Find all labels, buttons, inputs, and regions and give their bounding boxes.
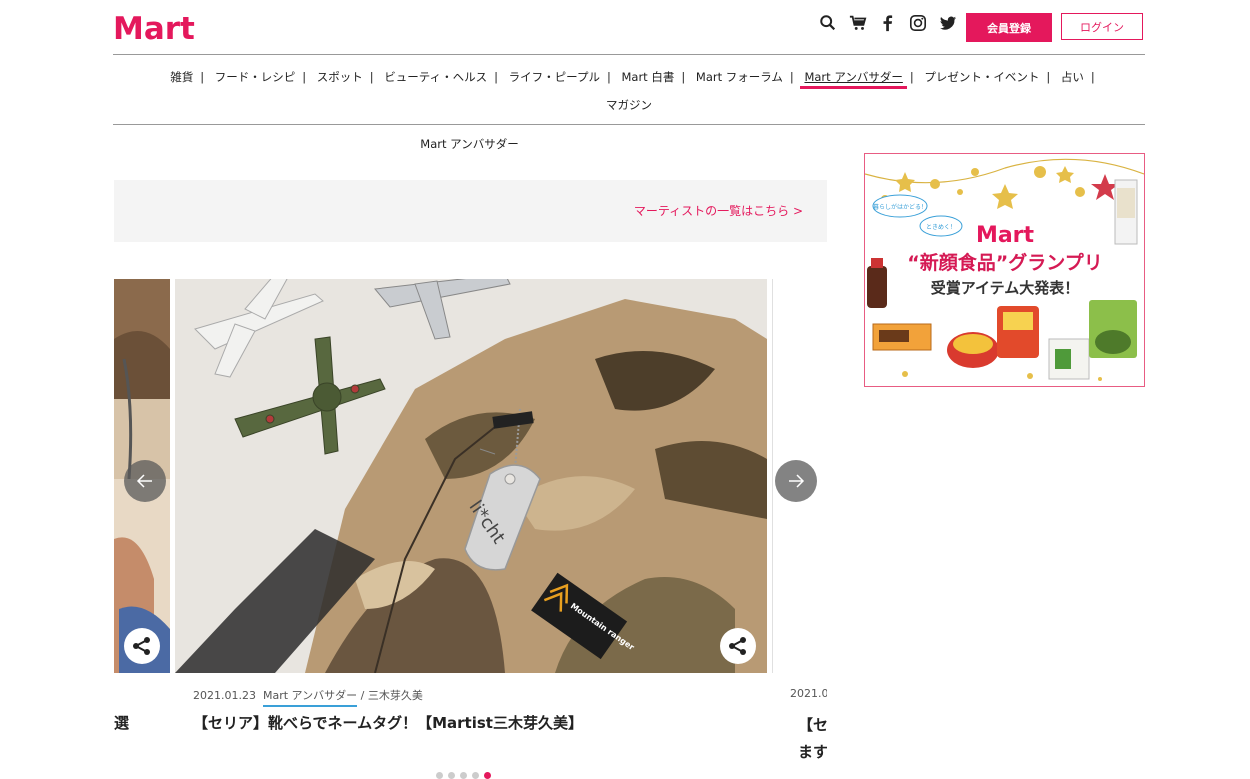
prev-article-title[interactable]: 選 — [114, 712, 129, 733]
carousel-dot[interactable] — [448, 772, 455, 779]
nav-item-zakka[interactable]: 雑貨 — [163, 63, 200, 91]
article-carousel[interactable]: li*cht Mountain ranger 2021.01.23 Mart ア… — [114, 278, 827, 779]
header-divider — [113, 54, 1145, 55]
cart-icon[interactable] — [848, 13, 868, 33]
nav-item-mart-hakusho[interactable]: Mart 白書 — [614, 63, 681, 91]
nav-item-uranai[interactable]: 占い — [1054, 63, 1091, 91]
register-button[interactable]: 会員登録 — [966, 13, 1052, 42]
svg-text:“新顔食品”グランプリ: “新顔食品”グランプリ — [907, 251, 1102, 274]
carousel-slide-main-image[interactable]: li*cht Mountain ranger — [175, 279, 767, 673]
mart-logo-mark: Mart — [113, 11, 195, 44]
login-button[interactable]: ログイン — [1061, 13, 1143, 40]
svg-text:暮らしがはかどる！: 暮らしがはかどる！ — [873, 203, 927, 211]
share-button-prev[interactable] — [124, 628, 160, 664]
article-date: 2021.01.23 — [193, 689, 256, 702]
nav-item-food-recipe[interactable]: フード・レシピ — [208, 63, 303, 91]
nav-item-magazine[interactable]: マガジン — [599, 91, 659, 119]
nav-item-life-people[interactable]: ライフ・ピープル — [502, 63, 607, 91]
share-icon — [729, 637, 746, 655]
next-article-title[interactable]: 【セ ます — [798, 712, 827, 766]
nav-item-present-event[interactable]: プレゼント・イベント — [917, 63, 1046, 91]
carousel-dot[interactable] — [460, 772, 467, 779]
article-title[interactable]: 【セリア】靴べらでネームタグ！【Martist三木芽久美】 — [193, 712, 583, 733]
article-meta: 2021.01.23 Mart アンバサダー / 三木芽久美 — [193, 687, 423, 707]
next-article-date: 2021.0 — [790, 687, 827, 700]
article-author: 三木芽久美 — [367, 689, 423, 702]
svg-text:Mart: Mart — [976, 223, 1035, 248]
header-icons — [818, 12, 958, 34]
carousel-next-button[interactable] — [775, 460, 817, 502]
nav-item-mart-forum[interactable]: Mart フォーラム — [689, 63, 790, 91]
svg-text:ときめく！: ときめく！ — [926, 224, 956, 231]
nav-item-mart-ambassador[interactable]: Mart アンバサダー — [797, 63, 909, 91]
carousel-dot[interactable] — [472, 772, 479, 779]
share-icon — [133, 637, 150, 655]
carousel-dot-active[interactable] — [484, 772, 491, 779]
search-icon[interactable] — [818, 13, 838, 33]
meta-separator: / — [360, 689, 365, 702]
nav-divider — [113, 124, 1145, 125]
arrow-right-icon — [789, 474, 805, 488]
carousel-dot[interactable] — [436, 772, 443, 779]
arrow-left-icon — [136, 474, 152, 488]
mart-logo[interactable]: Mart — [113, 10, 213, 44]
svg-text:Mart: Mart — [113, 11, 195, 44]
instagram-icon[interactable] — [908, 13, 928, 33]
article-category-link[interactable]: Mart アンバサダー — [262, 689, 358, 707]
facebook-icon[interactable] — [878, 13, 898, 33]
share-button-main[interactable] — [720, 628, 756, 664]
svg-text:受賞アイテム大発表！: 受賞アイテム大発表！ — [931, 279, 1080, 297]
martist-list-link[interactable]: マーティストの一覧はこちら > — [634, 202, 803, 219]
nav-item-beauty-health[interactable]: ビューティ・ヘルス — [377, 63, 494, 91]
twitter-icon[interactable] — [938, 13, 958, 33]
carousel-prev-button[interactable] — [124, 460, 166, 502]
carousel-pagination — [436, 772, 491, 779]
breadcrumb: Mart アンバサダー — [420, 137, 519, 151]
nav-item-spot[interactable]: スポット — [310, 63, 370, 91]
martist-banner: マーティストの一覧はこちら > — [114, 180, 827, 242]
main-nav: 雑貨 | フード・レシピ | スポット | ビューティ・ヘルス | ライフ・ピープル | … — [113, 63, 1145, 119]
ad-banner-new-food-grandprix[interactable]: 暮らしがはかどる！ ときめく！ Mart “新顔食品”グランプリ 受賞アイテム大… — [864, 153, 1145, 387]
